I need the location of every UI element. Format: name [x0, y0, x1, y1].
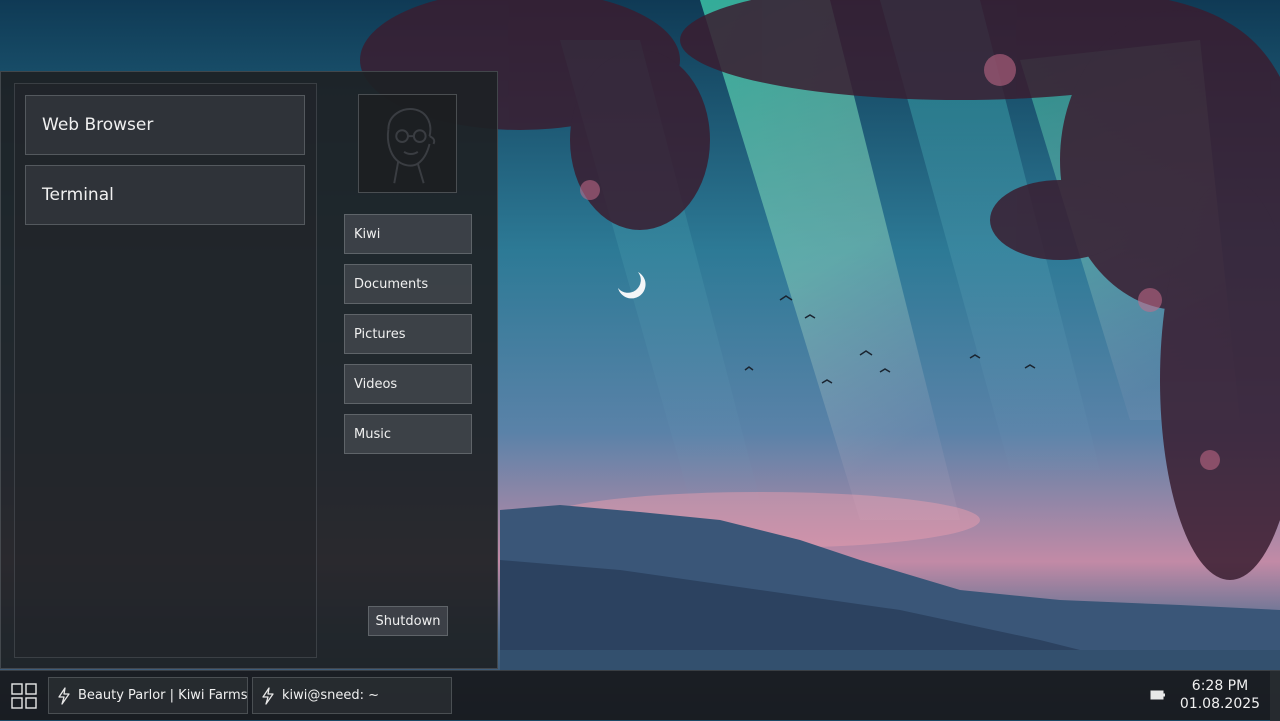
- task-label: kiwi@sneed: ~: [282, 688, 380, 703]
- place-label: Kiwi: [354, 226, 381, 242]
- task-terminal-window[interactable]: kiwi@sneed: ~: [252, 677, 452, 714]
- app-web-browser[interactable]: Web Browser: [25, 95, 305, 155]
- taskbar: Beauty Parlor | Kiwi Farms — kiwi@sneed:…: [0, 670, 1280, 721]
- shutdown-label: Shutdown: [375, 613, 441, 629]
- app-label: Web Browser: [42, 115, 154, 135]
- app-terminal[interactable]: Terminal: [25, 165, 305, 225]
- task-label: Beauty Parlor | Kiwi Farms —: [78, 688, 248, 703]
- start-menu-button[interactable]: [8, 681, 40, 711]
- spinner-icon: [618, 272, 646, 299]
- clock-date: 01.08.2025: [1179, 696, 1261, 712]
- clock-time: 6:28 PM: [1191, 678, 1249, 694]
- place-label: Music: [354, 426, 391, 442]
- place-documents[interactable]: Documents: [344, 264, 472, 304]
- user-avatar-icon[interactable]: [358, 94, 457, 193]
- place-kiwi[interactable]: Kiwi: [344, 214, 472, 254]
- place-label: Documents: [354, 276, 429, 292]
- avatar-face-icon: [386, 108, 436, 184]
- shutdown-button[interactable]: Shutdown: [368, 606, 448, 636]
- bolt-icon: [262, 686, 274, 705]
- app-label: Terminal: [42, 185, 114, 205]
- grid-icon: [11, 683, 37, 709]
- place-label: Pictures: [354, 326, 406, 342]
- place-label: Videos: [354, 376, 398, 392]
- start-menu: Web Browser Terminal Kiwi Documents Pict…: [0, 71, 498, 669]
- place-videos[interactable]: Videos: [344, 364, 472, 404]
- clock[interactable]: 6:28 PM 01.08.2025: [1172, 677, 1268, 715]
- place-music[interactable]: Music: [344, 414, 472, 454]
- task-browser-window[interactable]: Beauty Parlor | Kiwi Farms —: [48, 677, 248, 714]
- battery-icon[interactable]: [1150, 689, 1166, 701]
- app-list: Web Browser Terminal: [14, 83, 317, 658]
- place-pictures[interactable]: Pictures: [344, 314, 472, 354]
- show-desktop-button[interactable]: [1270, 671, 1280, 721]
- bolt-icon: [58, 686, 70, 705]
